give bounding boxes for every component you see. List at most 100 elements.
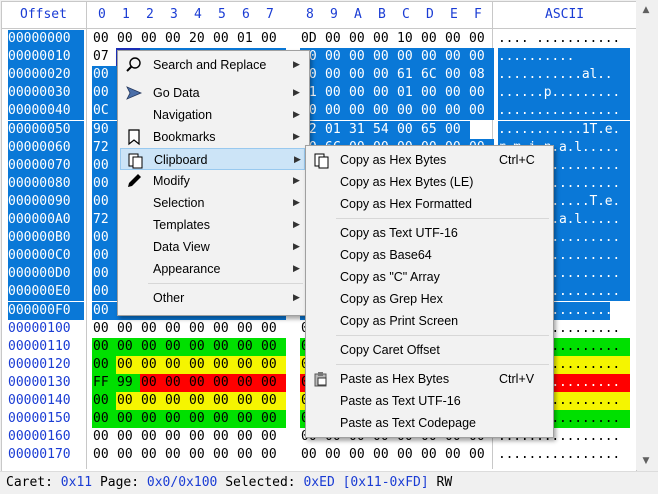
hex-byte[interactable]: 00: [468, 84, 494, 103]
hex-byte[interactable]: 00: [116, 428, 140, 446]
hex-byte[interactable]: 00: [116, 30, 140, 48]
hex-byte[interactable]: 00: [116, 355, 142, 374]
hex-byte[interactable]: 00: [260, 373, 286, 392]
ascii-text[interactable]: ...........al..: [498, 66, 630, 85]
scroll-up-icon[interactable]: ▲: [636, 1, 656, 19]
hex-byte[interactable]: 54: [372, 120, 398, 139]
hex-byte[interactable]: 00: [260, 410, 286, 429]
ascii-text[interactable]: ......p.........: [498, 84, 630, 103]
scroll-down-icon[interactable]: ▼: [636, 452, 656, 470]
ascii-text[interactable]: ................: [498, 102, 630, 121]
hex-byte[interactable]: 00: [140, 392, 166, 410]
hex-byte[interactable]: 00: [164, 337, 190, 356]
hex-byte[interactable]: 01: [236, 30, 260, 48]
hex-byte[interactable]: 00: [92, 446, 116, 464]
submenu-item-copy-caret-offset[interactable]: Copy Caret Offset: [308, 339, 549, 361]
hex-byte[interactable]: 00: [468, 30, 492, 48]
hex-byte[interactable]: 00: [140, 320, 164, 338]
menu-item-templates[interactable]: Templates ▶: [120, 214, 305, 236]
hex-byte[interactable]: 00: [444, 48, 470, 67]
submenu-item-copy-as-grep-hex[interactable]: Copy as Grep Hex: [308, 288, 549, 310]
hex-byte[interactable]: 00: [236, 355, 262, 374]
menu-item-other[interactable]: Other ▶: [120, 287, 305, 309]
hex-byte[interactable]: 00: [396, 48, 422, 67]
hex-byte[interactable]: 00: [236, 428, 260, 446]
hex-byte[interactable]: 00: [212, 428, 236, 446]
hex-byte[interactable]: 00: [236, 373, 262, 392]
hex-byte[interactable]: 00: [212, 337, 238, 356]
hex-byte[interactable]: 00: [260, 320, 284, 338]
hex-byte[interactable]: 00: [260, 392, 286, 410]
ascii-text[interactable]: ..........: [498, 48, 630, 67]
menu-item-bookmarks[interactable]: Bookmarks ▶: [120, 126, 305, 148]
hex-byte[interactable]: 00: [468, 102, 494, 121]
hex-row[interactable]: 00000000 00 00 00 00 20 00 01 00 0D 00 00 00 10 00 00 00…: [2, 30, 636, 48]
hex-byte[interactable]: 00: [260, 446, 284, 464]
hex-byte[interactable]: 00: [212, 410, 238, 429]
hex-byte[interactable]: 00: [92, 392, 118, 410]
submenu-item-copy-as-hex-bytes[interactable]: Copy as Hex Bytes Ctrl+C: [308, 149, 549, 171]
hex-byte[interactable]: 10: [396, 30, 420, 48]
hex-byte[interactable]: 00: [164, 392, 190, 410]
menu-item-data-view[interactable]: Data View ▶: [120, 236, 305, 258]
hex-byte[interactable]: 00: [92, 410, 118, 429]
hex-byte[interactable]: 00: [140, 373, 166, 392]
hex-byte[interactable]: 00: [92, 355, 118, 374]
hex-byte[interactable]: 00: [444, 84, 470, 103]
hex-byte[interactable]: 00: [236, 337, 262, 356]
hex-byte[interactable]: 00: [348, 446, 372, 464]
hex-byte[interactable]: 00: [140, 446, 164, 464]
hex-byte[interactable]: 00: [236, 446, 260, 464]
hex-byte[interactable]: 00: [92, 283, 118, 302]
hex-byte[interactable]: 00: [300, 446, 324, 464]
hex-byte[interactable]: 00: [116, 392, 142, 410]
hex-byte[interactable]: 72: [92, 138, 118, 157]
hex-row[interactable]: 00000170 00 00 00 00 00 00 00 00 00 00 00 00 00 00 00 00…: [2, 446, 636, 464]
hex-byte[interactable]: 00: [396, 120, 422, 139]
hex-byte[interactable]: 00: [188, 446, 212, 464]
hex-byte[interactable]: 20: [188, 30, 212, 48]
hex-byte[interactable]: 00: [420, 30, 444, 48]
submenu-item-copy-as-c-array[interactable]: Copy as "C" Array: [308, 266, 549, 288]
hex-byte[interactable]: 00: [372, 66, 398, 85]
hex-byte[interactable]: 00: [164, 320, 188, 338]
hex-byte[interactable]: 00: [140, 337, 166, 356]
ascii-text[interactable]: ................: [498, 446, 630, 464]
hex-byte[interactable]: 00: [92, 174, 118, 193]
hex-byte[interactable]: 00: [92, 428, 116, 446]
menu-item-selection[interactable]: Selection ▶: [120, 192, 305, 214]
hex-byte[interactable]: 61: [396, 66, 422, 85]
hex-byte[interactable]: 00: [348, 84, 374, 103]
hex-byte[interactable]: 00: [372, 48, 398, 67]
menu-item-go-data[interactable]: Go Data ▶: [120, 82, 305, 104]
hex-byte[interactable]: 00: [92, 320, 116, 338]
hex-byte[interactable]: 00: [164, 373, 190, 392]
hex-byte[interactable]: 00: [140, 355, 166, 374]
hex-byte[interactable]: 01: [324, 120, 350, 139]
hex-byte[interactable]: 65: [420, 120, 446, 139]
hex-byte[interactable]: 00: [92, 192, 118, 211]
menu-item-navigation[interactable]: Navigation ▶: [120, 104, 305, 126]
hex-byte[interactable]: 00: [92, 265, 118, 284]
hex-byte[interactable]: 00: [188, 428, 212, 446]
hex-byte[interactable]: 00: [420, 48, 446, 67]
hex-byte[interactable]: 00: [260, 355, 286, 374]
hex-byte[interactable]: 00: [188, 320, 212, 338]
hex-byte[interactable]: 90: [92, 120, 118, 139]
hex-byte[interactable]: 00: [444, 30, 468, 48]
hex-byte[interactable]: 00: [92, 30, 116, 48]
hex-byte[interactable]: 00: [420, 84, 446, 103]
hex-byte[interactable]: 00: [92, 156, 118, 175]
hex-byte[interactable]: 00: [396, 446, 420, 464]
hex-byte[interactable]: 00: [348, 30, 372, 48]
hex-byte[interactable]: 00: [236, 320, 260, 338]
hex-byte[interactable]: FF: [92, 373, 118, 392]
hex-byte[interactable]: 00: [188, 373, 214, 392]
hex-byte[interactable]: 00: [348, 102, 374, 121]
hex-byte[interactable]: 00: [164, 30, 188, 48]
hex-byte[interactable]: 00: [116, 446, 140, 464]
hex-byte[interactable]: 00: [260, 428, 284, 446]
hex-byte[interactable]: 00: [260, 30, 284, 48]
hex-byte[interactable]: 00: [92, 337, 118, 356]
hex-byte[interactable]: 08: [468, 66, 494, 85]
